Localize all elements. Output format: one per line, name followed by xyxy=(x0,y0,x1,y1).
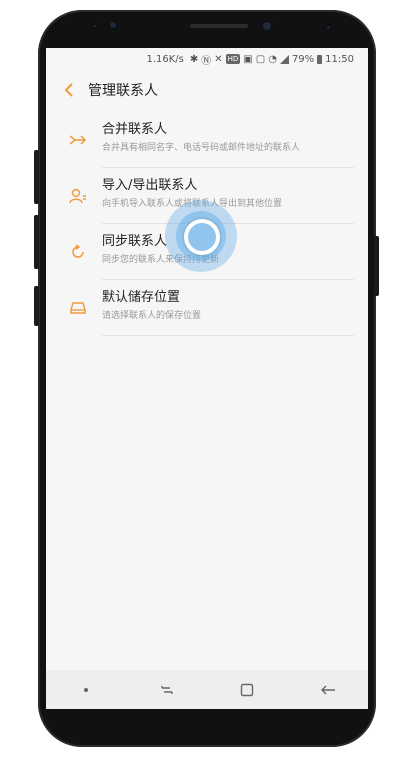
menu-item-title: 默认储存位置 xyxy=(102,290,181,305)
front-camera xyxy=(261,20,273,32)
battery-icon xyxy=(317,54,323,64)
bluetooth-icon: ✱ xyxy=(189,53,199,65)
menu-item-subtitle: 同步您的联系人来保持持更新 xyxy=(102,255,220,265)
mute-icon: ✕ xyxy=(214,53,223,65)
home-icon xyxy=(241,683,254,696)
volume-up-button xyxy=(34,150,39,204)
import-export-icon xyxy=(54,168,102,224)
iris-sensor xyxy=(108,20,118,30)
notification-icon: ▣ xyxy=(243,53,253,65)
nfc-icon: Ⓝ xyxy=(201,55,212,67)
app-bar: 管理联系人 xyxy=(46,74,368,106)
touch-indicator-core xyxy=(184,219,220,255)
signal-icon xyxy=(279,54,289,64)
screen: 1.16K/s ✱ Ⓝ ✕ HD ▣ ▢ ◔ 79% 11:50 管理联系人 合… xyxy=(46,48,368,709)
back-icon xyxy=(320,685,335,694)
wifi-icon: ◔ xyxy=(268,53,277,65)
recents-button[interactable] xyxy=(147,670,187,709)
earpiece-speaker xyxy=(190,24,248,28)
menu-item-title: 合并联系人 xyxy=(102,122,168,137)
clock: 11:50 xyxy=(325,53,354,65)
menu-item-subtitle: 合并具有相同名字、电话号码或邮件地址的联系人 xyxy=(102,143,301,153)
page-title: 管理联系人 xyxy=(88,83,158,99)
status-bar: 1.16K/s ✱ Ⓝ ✕ HD ▣ ▢ ◔ 79% 11:50 xyxy=(46,48,368,70)
navigation-bar xyxy=(46,670,368,709)
menu-item-subtitle: 请选择联系人的保存位置 xyxy=(102,311,202,321)
recents-icon xyxy=(161,685,173,694)
image-icon: ▢ xyxy=(255,53,266,65)
iris-camera xyxy=(325,24,332,31)
back-button[interactable] xyxy=(308,670,348,709)
back-arrow-icon[interactable] xyxy=(52,74,88,106)
merge-icon xyxy=(54,112,102,168)
sync-icon xyxy=(54,224,102,280)
volume-down-button xyxy=(34,215,39,269)
network-speed: 1.16K/s xyxy=(146,53,184,65)
proximity-sensor xyxy=(92,23,98,29)
menu-item-default-storage[interactable]: 默认储存位置 请选择联系人的保存位置 xyxy=(46,280,368,336)
menu-item-subtitle: 向手机导入联系人或将联系人导出到其他位置 xyxy=(102,199,283,209)
bixby-button xyxy=(34,286,39,326)
menu-item-merge[interactable]: 合并联系人 合并具有相同名字、电话号码或邮件地址的联系人 xyxy=(46,112,368,168)
home-button[interactable] xyxy=(227,670,267,709)
battery-percent: 79% xyxy=(291,53,315,65)
hd-badge: HD xyxy=(225,54,241,64)
storage-icon xyxy=(54,280,102,336)
nav-dot[interactable] xyxy=(66,670,106,709)
dot-icon xyxy=(84,687,89,692)
menu-item-title: 导入/导出联系人 xyxy=(102,178,198,193)
power-button xyxy=(374,236,379,296)
